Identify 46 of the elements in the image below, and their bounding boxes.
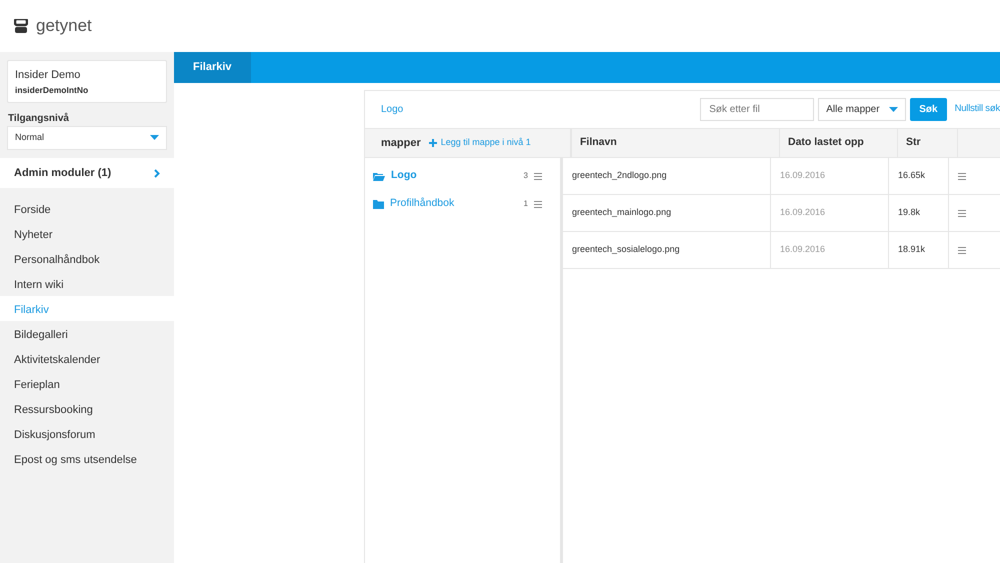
access-select[interactable]: Normal: [7, 126, 167, 150]
logo-icon: [14, 19, 28, 33]
menu-icon[interactable]: [534, 172, 542, 180]
sidebar-item[interactable]: Forside: [0, 196, 174, 222]
table-cell: 16.09.2016: [771, 232, 889, 268]
table-cell: greentech_mainlogo.png: [563, 195, 771, 231]
column-header: Str: [898, 129, 958, 157]
column-header: Dato lastet opp: [780, 129, 898, 157]
sidebar-item[interactable]: Epost og sms utsendelse: [0, 446, 174, 472]
menu-icon[interactable]: [958, 246, 966, 254]
sidebar-item[interactable]: Nyheter: [0, 221, 174, 246]
dropdown-caret-icon: [150, 135, 159, 141]
menu-icon[interactable]: [958, 210, 966, 216]
sidebar-item[interactable]: Ressursbooking: [0, 396, 174, 422]
chevron-right-icon: [154, 168, 160, 178]
folder-filter-select[interactable]: Alle mapper: [818, 98, 906, 121]
search-field[interactable]: Søk etter fil: [700, 98, 814, 121]
table-cell: greentech_2ndlogo.png: [563, 158, 771, 194]
file-count: 1: [524, 198, 528, 210]
sidebar-item[interactable]: Bildegalleri: [0, 321, 174, 346]
table-cell: greentech_sosialelogo.png: [563, 232, 771, 268]
table-cell: 16.09.2016: [771, 195, 889, 231]
table-cell: 16.65k: [889, 158, 949, 194]
table-cell: 19.8k: [889, 195, 949, 231]
menu-icon[interactable]: [958, 172, 966, 180]
sidebar-item[interactable]: Ferieplan: [0, 371, 174, 396]
menu-icon[interactable]: [534, 200, 542, 208]
folders-heading: mapper: [381, 136, 421, 151]
file-count: 3: [524, 170, 528, 182]
table-cell: 16.09.2016: [771, 158, 889, 194]
access-label: Tilgangsnivå: [7, 112, 70, 126]
brand-name: getynet: [36, 15, 92, 38]
open-folder-icon: [373, 172, 385, 180]
plus-icon: [428, 139, 437, 147]
sidebar-item[interactable]: Intern wiki: [0, 271, 174, 296]
username: insiderDemoIntNo: [15, 84, 90, 96]
column-header: Filnavn: [572, 129, 780, 157]
sidebar-item[interactable]: Personalhåndbok: [0, 246, 174, 272]
folder-icon: [373, 200, 384, 208]
tab[interactable]: Filarkiv: [174, 52, 251, 83]
sidebar-item[interactable]: Aktivitetskalender: [0, 346, 174, 372]
admin-modules-item[interactable]: Admin moduler (1): [0, 158, 174, 188]
dropdown-caret-icon: [889, 106, 898, 112]
user-name: Insider Demo: [15, 68, 82, 83]
table-cell: 18.91k: [889, 232, 949, 268]
sidebar-item[interactable]: Diskusjonsforum: [0, 421, 174, 446]
